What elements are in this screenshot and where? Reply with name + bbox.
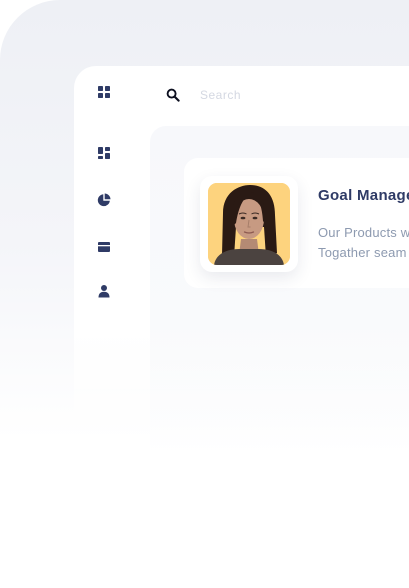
avatar-frame bbox=[200, 176, 298, 272]
card-title: Goal Manage bbox=[318, 187, 409, 204]
user-icon[interactable] bbox=[97, 284, 111, 298]
card-icon[interactable] bbox=[97, 240, 111, 254]
search-bar bbox=[166, 82, 409, 108]
page-backdrop: Goal Manage Our Products w Togather seam bbox=[0, 0, 409, 588]
pie-chart-icon[interactable] bbox=[97, 193, 111, 207]
profile-card[interactable]: Goal Manage Our Products w Togather seam bbox=[184, 158, 409, 288]
app-window: Goal Manage Our Products w Togather seam bbox=[74, 66, 409, 456]
card-description: Our Products w Togather seam bbox=[318, 223, 409, 263]
card-description-line: Our Products w bbox=[318, 225, 409, 240]
main-content: Goal Manage Our Products w Togather seam bbox=[150, 126, 409, 456]
card-description-line: Togather seam bbox=[318, 245, 407, 260]
avatar bbox=[208, 183, 290, 265]
dashboard-icon[interactable] bbox=[97, 146, 111, 160]
search-icon[interactable] bbox=[166, 88, 180, 102]
sidebar bbox=[74, 66, 134, 446]
search-input[interactable] bbox=[200, 88, 390, 102]
grid-icon[interactable] bbox=[97, 85, 111, 99]
